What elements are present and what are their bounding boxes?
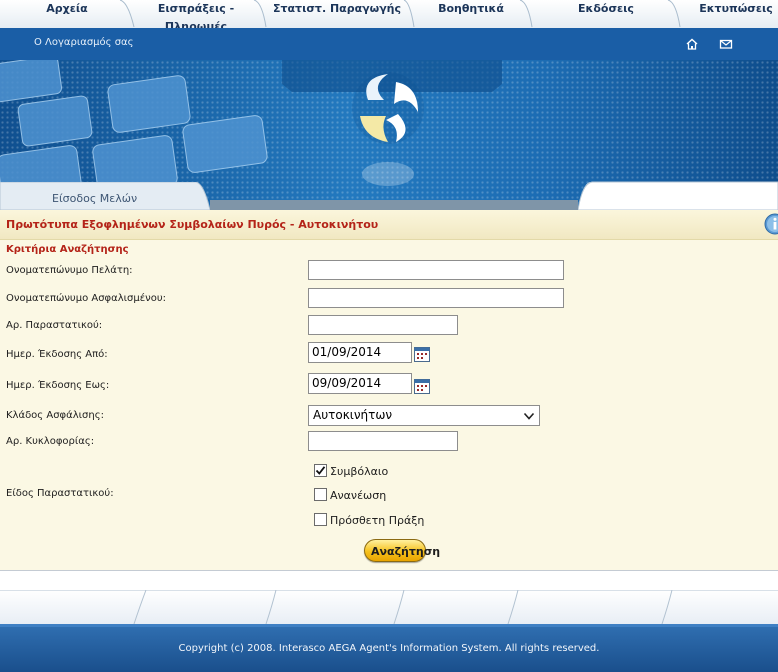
- divider: [0, 570, 778, 571]
- insurance-branch-label: Κλάδος Ασφάλισης:: [6, 410, 104, 421]
- contract-label: Συμβόλαιο: [330, 465, 389, 478]
- account-link[interactable]: Ο Λογαριασμός σας: [34, 37, 134, 48]
- date-from-label: Ημερ. Έκδοσης Από:: [6, 349, 108, 360]
- document-number-label: Αρ. Παραστατικού:: [6, 320, 103, 331]
- section-title: Κριτήρια Αναζήτησης: [6, 244, 129, 255]
- copyright-text: Copyright (c) 2008. Interasco AEGA Agent…: [178, 643, 600, 654]
- calendar-icon[interactable]: [414, 378, 430, 394]
- date-to-label: Ημερ. Έκδοσης Εως:: [6, 380, 110, 391]
- plate-number-label: Αρ. Κυκλοφορίας:: [6, 436, 95, 447]
- insurance-branch-select[interactable]: Αυτοκινήτων: [308, 405, 540, 426]
- insured-name-input[interactable]: [308, 288, 564, 308]
- customer-name-input[interactable]: [308, 260, 564, 280]
- page-title: Πρωτότυπα Εξοφλημένων Συμβολαίων Πυρός -…: [6, 218, 379, 231]
- header-bar: Ο Λογαριασμός σας: [0, 28, 778, 60]
- bottom-tabs: [0, 589, 778, 625]
- company-logo: [352, 72, 424, 186]
- insured-name-label: Ονοματεπώνυμο Ασφαλισμένου:: [6, 293, 167, 304]
- members-login-link[interactable]: Είσοδος Μελών: [52, 192, 137, 205]
- customer-name-label: Ονοματεπώνυμο Πελάτη:: [6, 265, 133, 276]
- menu-separators: [119, 0, 681, 28]
- endorsement-label: Πρόσθετη Πράξη: [330, 514, 425, 527]
- plate-number-input[interactable]: [308, 431, 458, 451]
- endorsement-checkbox[interactable]: [314, 513, 327, 526]
- mail-icon[interactable]: [719, 37, 733, 51]
- home-icon[interactable]: [685, 37, 699, 51]
- document-number-input[interactable]: [308, 315, 458, 335]
- contract-checkbox[interactable]: [314, 464, 327, 477]
- date-from-input[interactable]: 01/09/2014: [308, 342, 412, 363]
- search-button[interactable]: Αναζήτηση: [364, 539, 440, 562]
- top-menu: Αρχεία Εισπράξεις - Πληρωμές Στατιστ. Πα…: [0, 0, 778, 33]
- info-icon[interactable]: [764, 213, 778, 235]
- right-tab: [577, 180, 778, 211]
- chevron-down-icon: [523, 412, 535, 420]
- date-to-input[interactable]: 09/09/2014: [308, 373, 412, 394]
- renewal-label: Ανανέωση: [330, 489, 387, 502]
- calendar-icon[interactable]: [414, 346, 430, 362]
- document-type-label: Είδος Παραστατικού:: [6, 488, 114, 499]
- renewal-checkbox[interactable]: [314, 488, 327, 501]
- insurance-branch-value: Αυτοκινήτων: [313, 408, 393, 422]
